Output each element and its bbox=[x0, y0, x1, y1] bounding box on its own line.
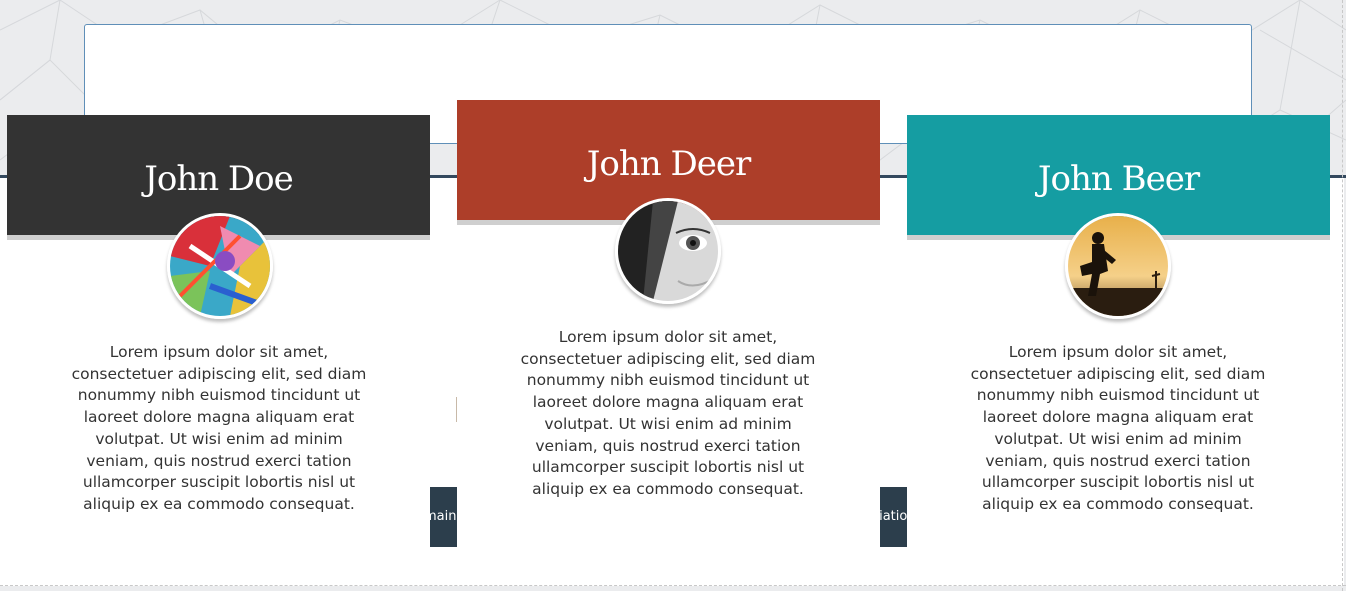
decorative-mark bbox=[456, 397, 457, 422]
silhouette-sunset-photo bbox=[1068, 216, 1168, 316]
card-description: Lorem ipsum dolor sit amet, consectetuer… bbox=[970, 343, 1266, 513]
frame-right-border bbox=[1342, 0, 1343, 591]
card-name: John Beer bbox=[1037, 159, 1200, 199]
frame-bottom-border bbox=[0, 585, 1346, 586]
hidden-tab-left-label: main, bbox=[430, 509, 457, 524]
avatar bbox=[1065, 213, 1171, 319]
card-name: John Deer bbox=[586, 144, 751, 184]
abstract-paint-photo bbox=[170, 216, 270, 316]
avatar bbox=[167, 213, 273, 319]
hidden-tab-right[interactable]: tiatio bbox=[880, 487, 907, 547]
card-description: Lorem ipsum dolor sit amet, consectetuer… bbox=[520, 328, 816, 498]
hidden-tab-right-label: tiatio bbox=[880, 509, 907, 524]
card-name: John Doe bbox=[144, 159, 294, 199]
face-eye-photo bbox=[618, 201, 718, 301]
hidden-tab-left[interactable]: main, bbox=[430, 487, 457, 547]
avatar bbox=[615, 198, 721, 304]
card-description: Lorem ipsum dolor sit amet, consectetuer… bbox=[71, 343, 367, 513]
